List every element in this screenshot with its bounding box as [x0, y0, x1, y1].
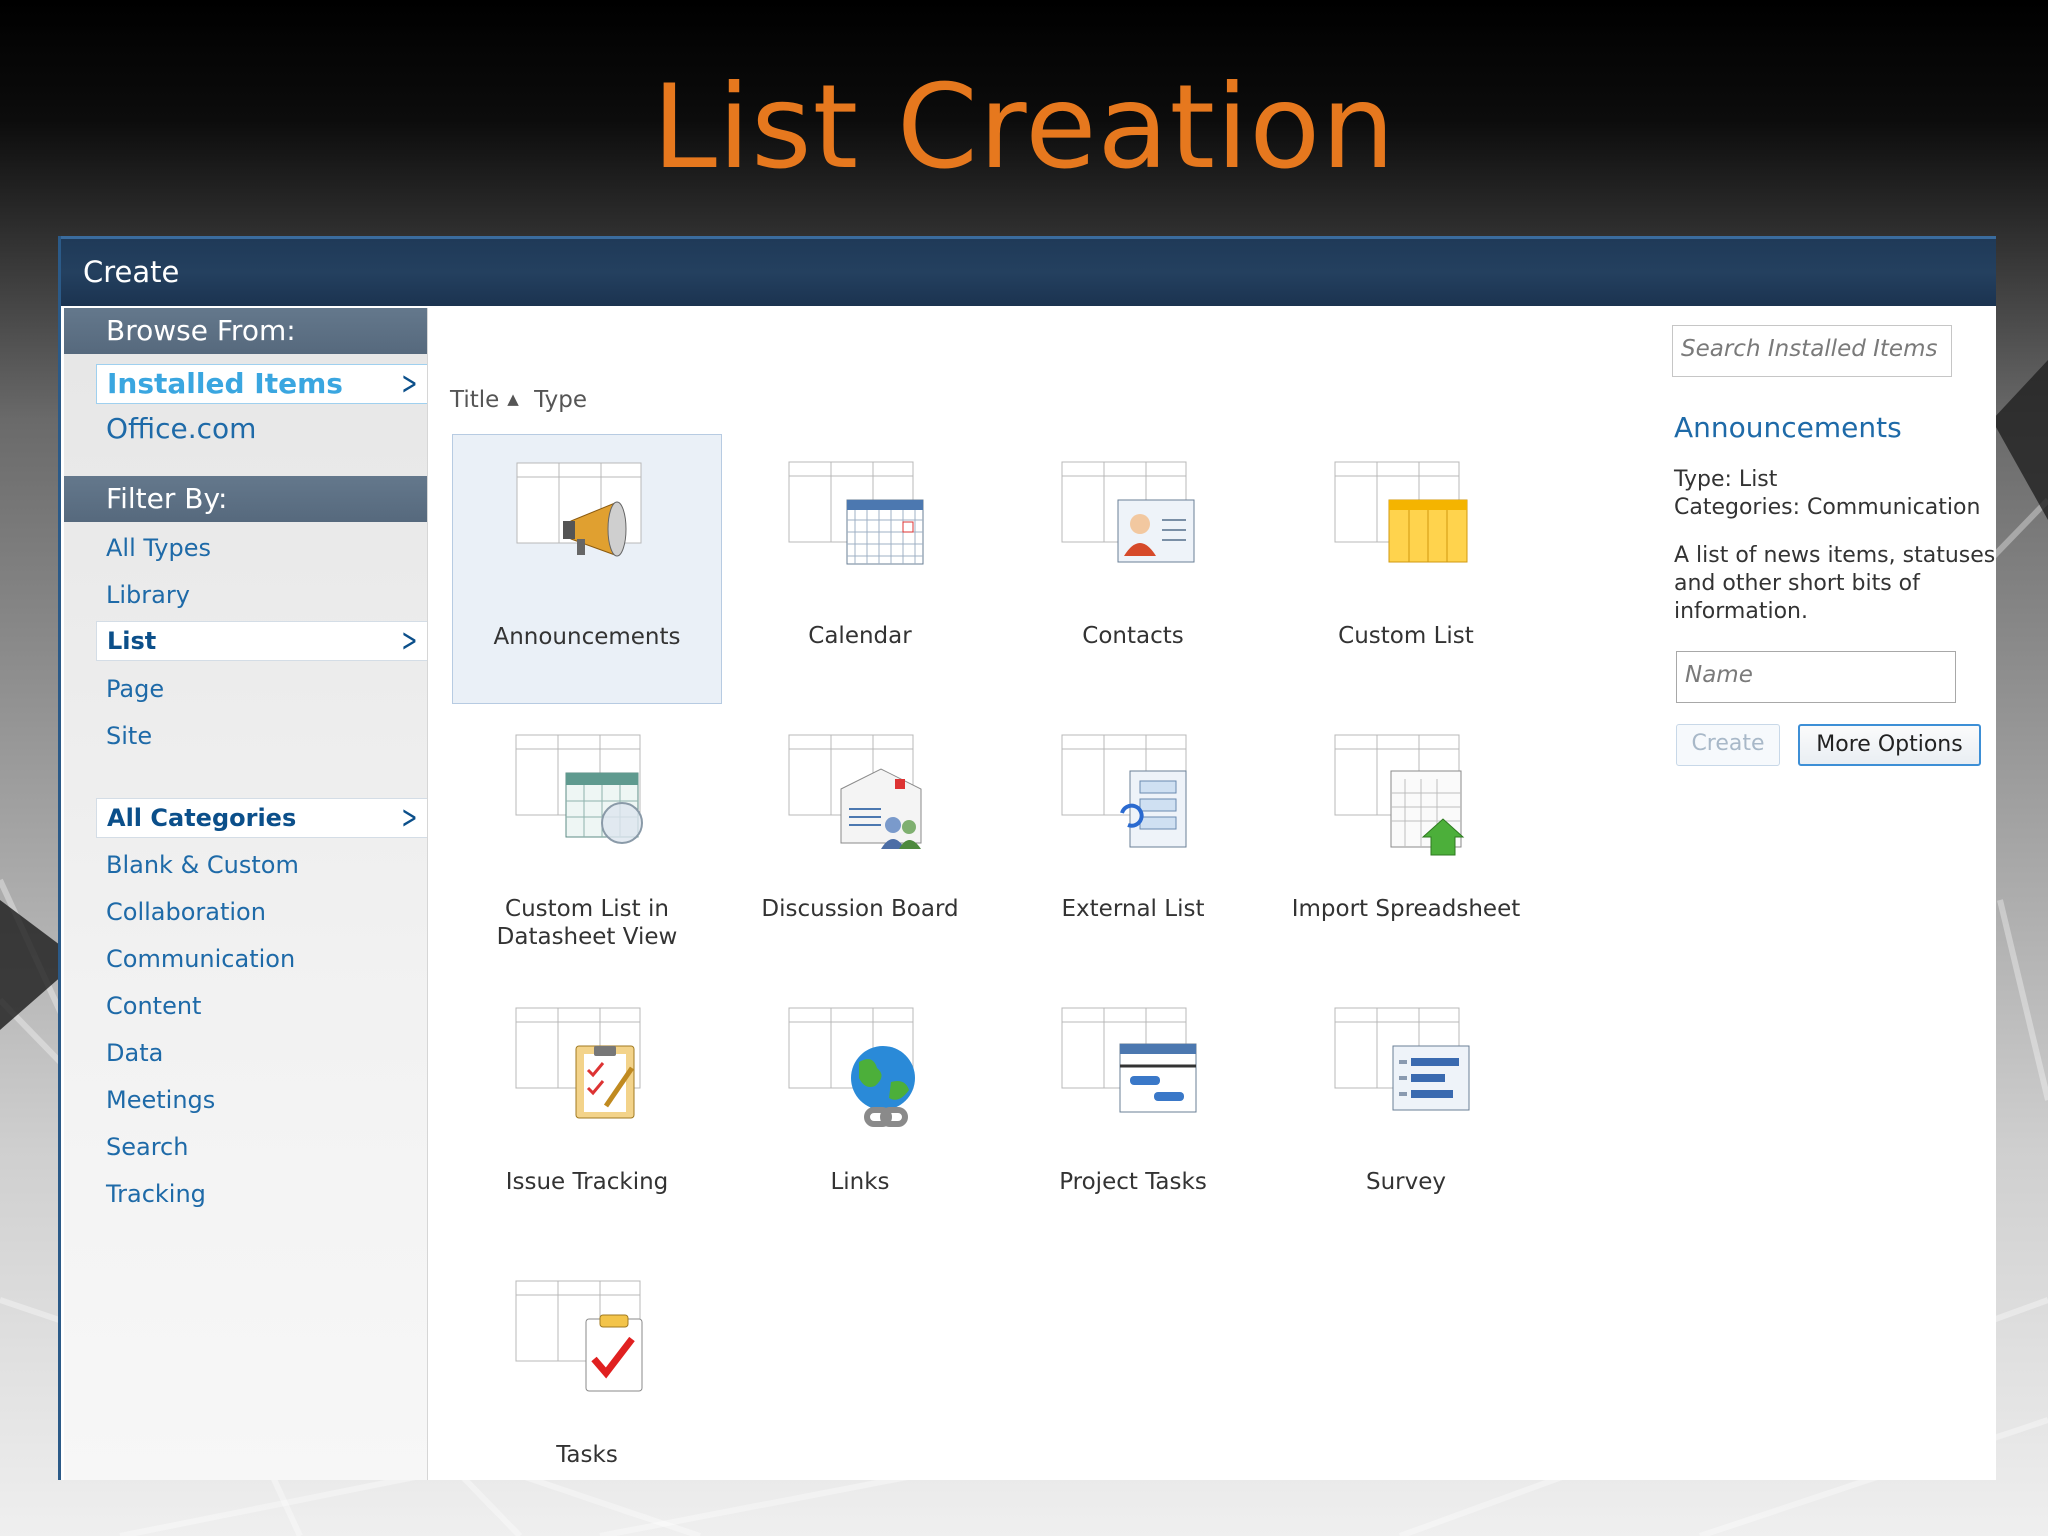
template-label: Custom List: [1338, 623, 1474, 649]
template-label: Links: [830, 1169, 890, 1195]
filter-all-types[interactable]: All Types: [106, 534, 211, 562]
template-tile[interactable]: Contacts: [998, 434, 1268, 704]
template-tile[interactable]: Tasks: [452, 1253, 722, 1523]
template-tile[interactable]: Project Tasks: [998, 980, 1268, 1250]
clipboard-icon: [515, 1007, 641, 1119]
name-input[interactable]: Name: [1676, 651, 1956, 703]
template-tile[interactable]: Calendar: [725, 434, 995, 704]
import-spreadsheet-icon: [1334, 734, 1465, 856]
template-tile[interactable]: External List: [998, 707, 1268, 977]
task-check-icon: [515, 1280, 643, 1392]
template-label: Import Spreadsheet: [1291, 896, 1521, 922]
detail-meta: Type: List Categories: Communication: [1674, 466, 1980, 522]
datasheet-icon: [515, 734, 643, 844]
dialog-titlebar: Create: [61, 236, 1996, 306]
dialog-title: Create: [83, 255, 180, 289]
browse-installed-items-label: Installed Items: [107, 367, 343, 400]
custom-list-icon: [1334, 461, 1468, 563]
sort-header: Title ▲ Type: [450, 387, 587, 413]
browse-office-com[interactable]: Office.com: [106, 412, 256, 445]
category-blank-custom[interactable]: Blank & Custom: [106, 851, 299, 879]
category-meetings[interactable]: Meetings: [106, 1086, 215, 1114]
template-label: External List: [1061, 896, 1205, 922]
template-tile[interactable]: Links: [725, 980, 995, 1250]
filter-list[interactable]: List >: [96, 621, 427, 661]
detail-description: A list of news items, statuses and other…: [1674, 543, 1996, 624]
search-installed-items-input[interactable]: Search Installed Items: [1672, 325, 1952, 377]
template-label: Issue Tracking: [505, 1169, 669, 1195]
template-label: Survey: [1365, 1169, 1446, 1195]
detail-type: Type: List: [1674, 467, 1778, 492]
template-label: Discussion Board: [761, 896, 959, 922]
category-tracking[interactable]: Tracking: [106, 1180, 206, 1208]
detail-title: Announcements: [1674, 411, 1902, 444]
filter-by-heading: Filter By:: [64, 476, 427, 522]
slide-title: List Creation: [652, 60, 1396, 195]
sort-by-type[interactable]: Type: [534, 387, 587, 413]
contact-card-icon: [1061, 461, 1195, 563]
survey-icon: [1334, 1007, 1470, 1111]
discussion-icon: [788, 734, 922, 849]
sort-ascending-icon: ▲: [507, 390, 519, 408]
template-tile[interactable]: Custom List: [1271, 434, 1541, 704]
category-all-label: All Categories: [107, 804, 297, 832]
category-data[interactable]: Data: [106, 1039, 163, 1067]
external-list-icon: [1061, 734, 1187, 848]
template-tile[interactable]: Survey: [1271, 980, 1541, 1250]
detail-categories: Categories: Communication: [1674, 495, 1981, 520]
calendar-icon: [788, 461, 924, 565]
template-tile[interactable]: Import Spreadsheet: [1271, 707, 1541, 977]
template-tile[interactable]: Discussion Board: [725, 707, 995, 977]
template-label: Announcements: [493, 624, 681, 650]
chevron-right-icon: >: [401, 364, 418, 402]
template-tile[interactable]: Custom List in Datasheet View: [452, 707, 722, 977]
category-collaboration[interactable]: Collaboration: [106, 898, 266, 926]
chevron-right-icon: >: [401, 621, 418, 659]
template-tile[interactable]: Announcements: [452, 434, 722, 704]
more-options-button[interactable]: More Options: [1798, 724, 1981, 766]
template-label: Calendar: [808, 623, 912, 649]
template-label: Contacts: [1082, 623, 1184, 649]
category-search[interactable]: Search: [106, 1133, 188, 1161]
template-label: Project Tasks: [1059, 1169, 1207, 1195]
globe-link-icon: [788, 1007, 915, 1127]
filter-site[interactable]: Site: [106, 722, 152, 750]
category-all[interactable]: All Categories >: [96, 798, 427, 838]
sort-by-title[interactable]: Title: [450, 387, 499, 413]
create-button[interactable]: Create: [1676, 724, 1780, 766]
browse-from-heading: Browse From:: [64, 308, 427, 354]
category-content[interactable]: Content: [106, 992, 201, 1020]
template-label: Custom List in Datasheet View: [496, 896, 678, 950]
megaphone-icon: [516, 462, 642, 557]
template-label: Tasks: [556, 1442, 618, 1468]
filter-page[interactable]: Page: [106, 675, 164, 703]
gantt-icon: [1061, 1007, 1197, 1113]
template-tile[interactable]: Issue Tracking: [452, 980, 722, 1250]
chevron-right-icon: >: [401, 798, 418, 836]
filter-library[interactable]: Library: [106, 581, 190, 609]
category-communication[interactable]: Communication: [106, 945, 295, 973]
filter-list-label: List: [107, 627, 157, 655]
sidebar: Browse From: Installed Items > Office.co…: [64, 308, 428, 1480]
browse-installed-items[interactable]: Installed Items >: [96, 364, 427, 404]
